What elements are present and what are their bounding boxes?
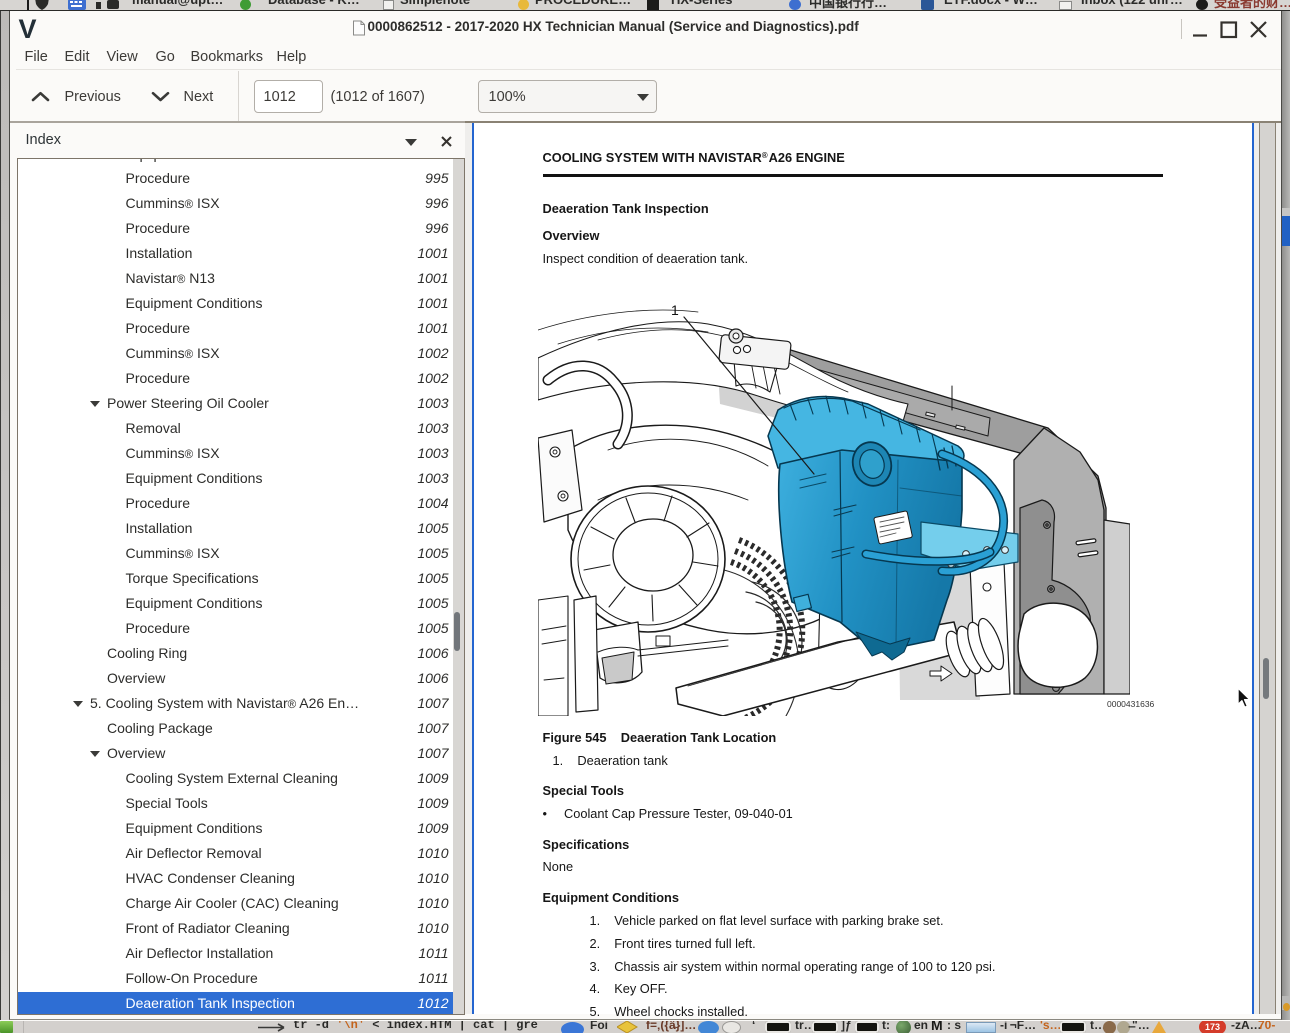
svg-text:1: 1 xyxy=(671,302,679,318)
